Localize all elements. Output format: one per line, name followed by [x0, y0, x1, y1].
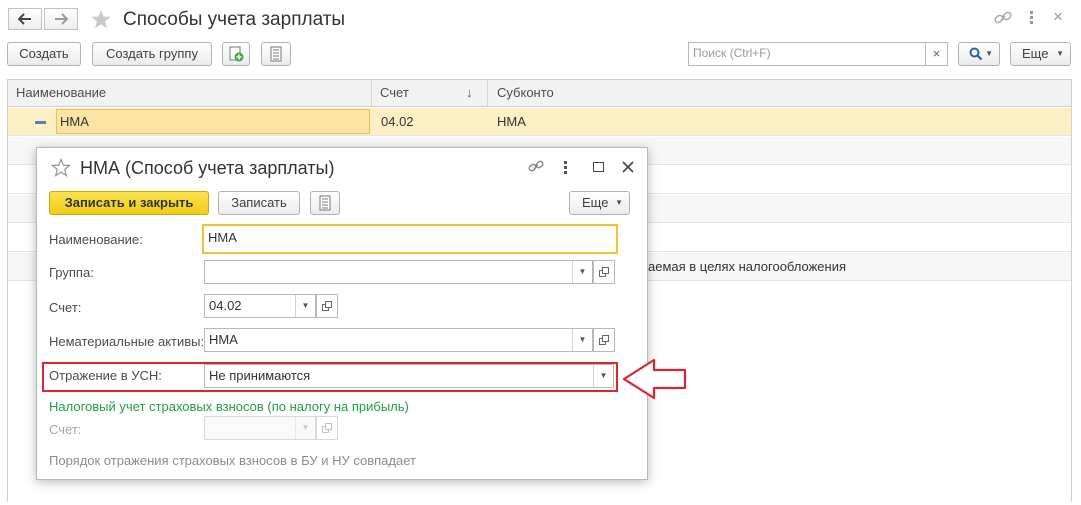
group-open-button[interactable]	[593, 260, 615, 284]
search-button[interactable]: ▼	[958, 42, 1000, 66]
search-input[interactable]: Поиск (Ctrl+F)	[688, 42, 926, 66]
arrow-left-icon	[17, 13, 31, 25]
save-button[interactable]: Записать	[218, 191, 300, 215]
chevron-down-icon: ▼	[985, 49, 993, 58]
copy-button[interactable]	[222, 42, 250, 66]
usn-label: Отражение в УСН:	[49, 368, 162, 383]
page-title: Способы учета зарплаты	[123, 9, 346, 30]
table-cell-focus	[56, 109, 370, 134]
link-icon[interactable]	[994, 11, 1012, 25]
account-label: Счет:	[49, 300, 82, 315]
account-value: 04.02	[209, 298, 242, 313]
column-subconto-header[interactable]: Субконто	[489, 80, 554, 106]
table-cell-subconto: НМА	[497, 114, 526, 129]
list-icon	[319, 195, 331, 211]
table-border	[7, 107, 8, 502]
column-account-header[interactable]: Счет	[372, 80, 409, 106]
dialog-list-button[interactable]	[310, 191, 340, 215]
dialog-more-label: Еще	[582, 195, 609, 210]
table-cell-text: аемая в целях налогообложения	[648, 259, 847, 274]
close-icon[interactable]: ×	[1053, 7, 1063, 27]
magnifier-icon	[969, 47, 983, 61]
open-icon-back	[602, 267, 609, 274]
back-button[interactable]	[8, 8, 42, 30]
column-name-header[interactable]: Наименование	[8, 80, 106, 106]
annotation-arrow-icon	[622, 358, 687, 400]
insurance-section-title: Налоговый учет страховых взносов (по нал…	[49, 399, 409, 414]
footer-note: Порядок отражения страховых взносов в БУ…	[49, 453, 416, 468]
table-cell-account: 04.02	[381, 114, 414, 129]
star-outline-icon[interactable]	[51, 158, 71, 177]
insurance-account-label: Счет:	[49, 422, 82, 437]
name-label: Наименование:	[49, 232, 143, 247]
column-divider	[487, 80, 488, 106]
intangibles-dropdown-icon[interactable]: ▼	[572, 329, 592, 351]
table-cell-name: НМА	[60, 114, 89, 129]
group-label: Группа:	[49, 265, 94, 280]
account-open-button[interactable]	[316, 294, 338, 318]
group-dropdown-icon[interactable]: ▼	[572, 261, 592, 283]
search-placeholder: Поиск (Ctrl+F)	[693, 46, 771, 60]
sort-down-icon[interactable]: ↓	[466, 85, 473, 100]
dialog-more-icon[interactable]	[564, 161, 568, 175]
insurance-account-input: ▼	[204, 416, 316, 440]
link-icon[interactable]	[528, 160, 544, 174]
dialog-title: НМА (Способ учета зарплаты)	[80, 158, 335, 178]
intangibles-value: НМА	[209, 332, 238, 347]
open-icon-back	[325, 423, 332, 430]
search-clear-button[interactable]: ×	[925, 42, 948, 66]
star-icon[interactable]	[90, 9, 112, 30]
intangibles-label: Нематериальные активы:	[49, 334, 205, 349]
more-button[interactable]: Еще ▼	[1010, 42, 1071, 66]
maximize-icon[interactable]	[593, 162, 604, 172]
arrow-right-icon	[55, 13, 69, 25]
usn-select[interactable]: Не принимаются ▼	[204, 364, 614, 388]
account-dropdown-icon[interactable]: ▼	[295, 295, 315, 317]
usn-dropdown-icon[interactable]: ▼	[593, 365, 613, 387]
item-marker-icon	[35, 121, 46, 124]
create-button[interactable]: Создать	[7, 42, 81, 66]
more-menu-icon[interactable]	[1028, 9, 1034, 27]
forward-button[interactable]	[44, 8, 78, 30]
name-input[interactable]: НМА	[202, 224, 618, 254]
intangibles-input[interactable]: НМА ▼	[204, 328, 593, 352]
create-group-button[interactable]: Создать группу	[92, 42, 212, 66]
insurance-account-open-button	[316, 416, 338, 440]
table-header: Наименование Счет ↓ Субконто	[7, 79, 1072, 107]
table-border	[1071, 107, 1072, 502]
chevron-down-icon: ▼	[615, 198, 623, 207]
dialog-more-button[interactable]: Еще ▼	[569, 191, 630, 215]
open-icon-back	[325, 301, 332, 308]
group-input[interactable]: ▼	[204, 260, 593, 284]
close-icon[interactable]	[622, 161, 634, 173]
list-settings-button[interactable]	[261, 42, 291, 66]
intangibles-open-button[interactable]	[593, 328, 615, 352]
account-input[interactable]: 04.02 ▼	[204, 294, 316, 318]
document-add-icon	[229, 46, 244, 62]
chevron-down-icon: ▼	[1056, 49, 1064, 58]
list-icon	[270, 46, 282, 62]
save-and-close-button[interactable]: Записать и закрыть	[49, 191, 209, 215]
insurance-account-dropdown-icon: ▼	[295, 417, 315, 439]
edit-dialog: НМА (Способ учета зарплаты) Записать и з…	[36, 147, 648, 480]
usn-value: Не принимаются	[209, 368, 311, 383]
table-row[interactable]: НМА 04.02 НМА	[8, 108, 1071, 136]
open-icon-back	[602, 335, 609, 342]
more-button-label: Еще	[1022, 46, 1049, 61]
